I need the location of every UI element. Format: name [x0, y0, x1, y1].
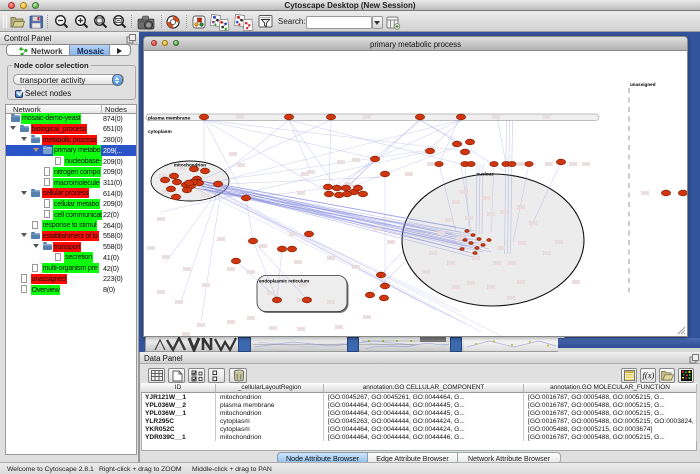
- svg-text:unassigned: unassigned: [630, 82, 656, 87]
- svg-text:nucleus: nucleus: [476, 171, 494, 176]
- svg-text:plasma membrane: plasma membrane: [148, 115, 190, 121]
- svg-text:cytoplasm: cytoplasm: [148, 129, 172, 135]
- svg-text:endoplasmic reticulum: endoplasmic reticulum: [259, 278, 309, 283]
